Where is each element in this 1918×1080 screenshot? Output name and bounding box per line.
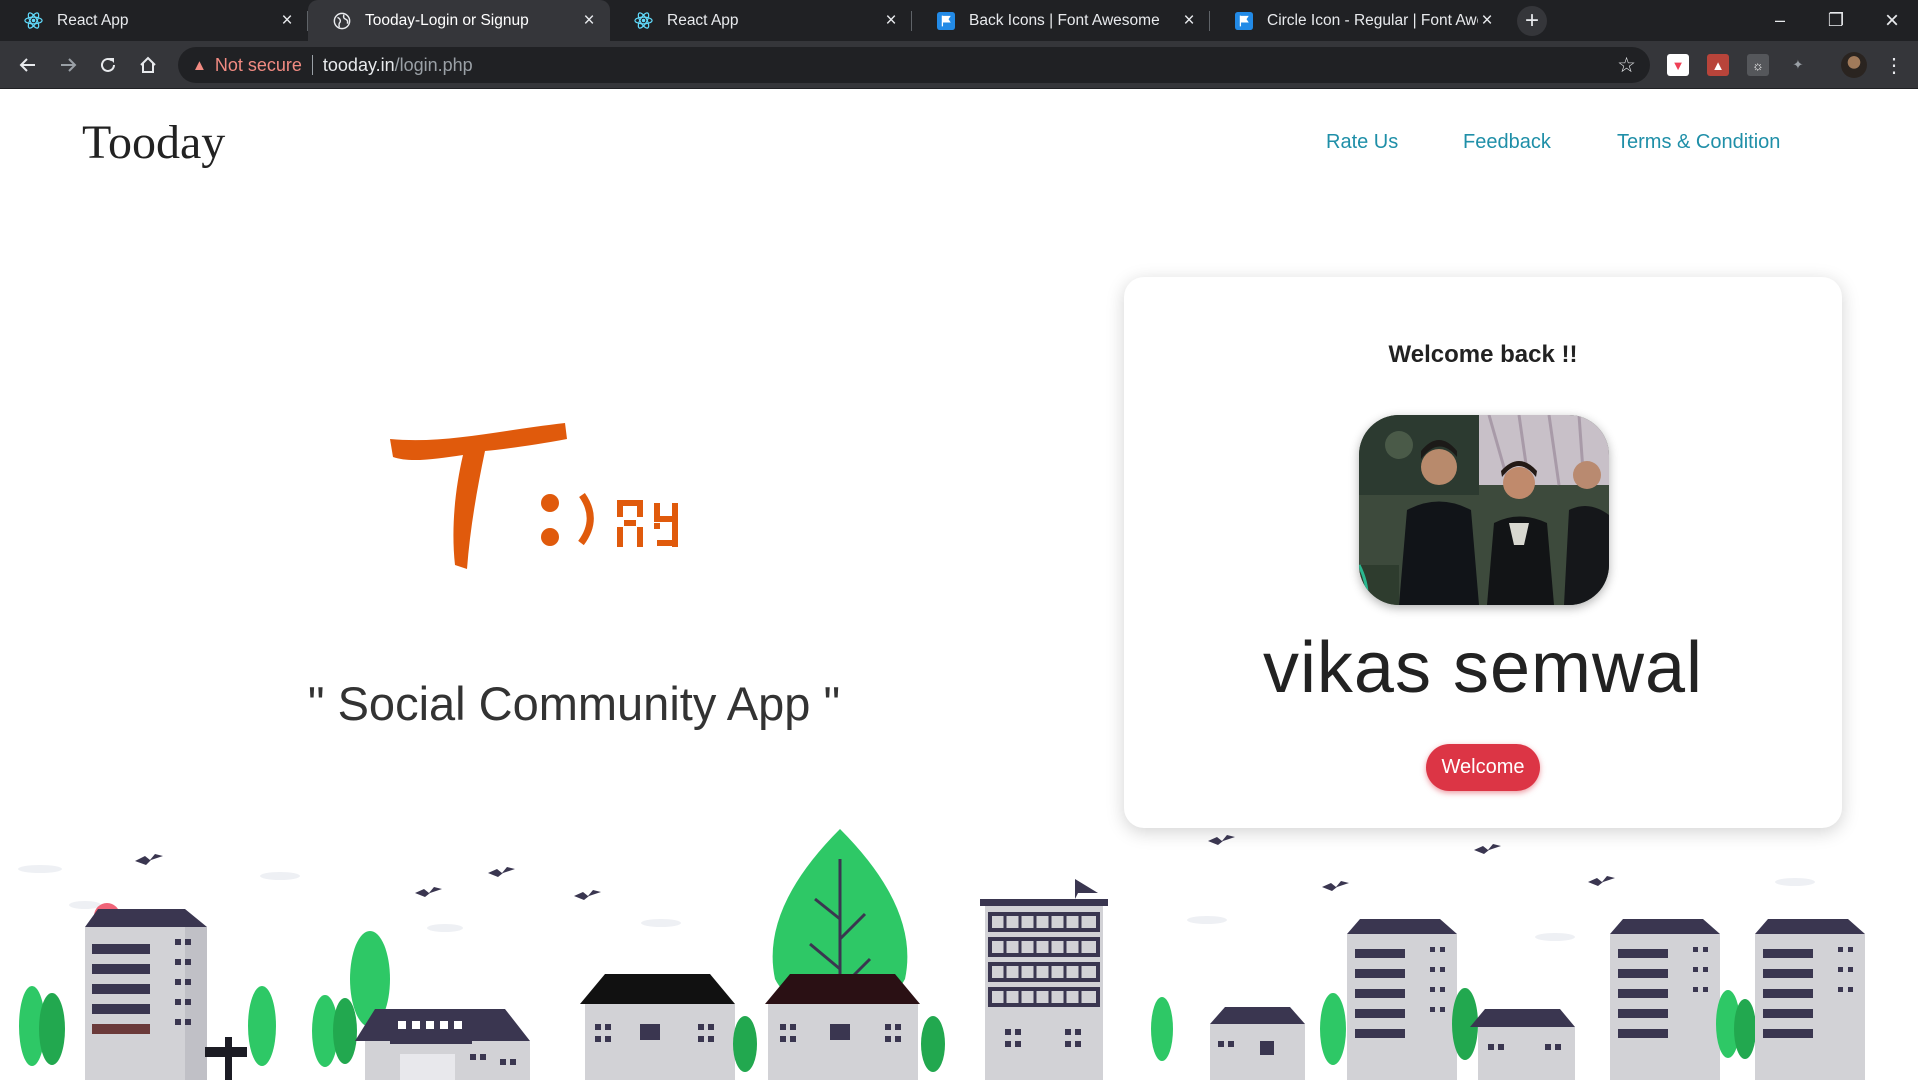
forward-arrow-icon (61, 58, 77, 72)
tab-title: Back Icons | Font Awesome (969, 11, 1160, 29)
close-icon[interactable]: × (580, 10, 598, 31)
pocket-extension-icon[interactable]: ▼ (1667, 54, 1689, 76)
tab-title: React App (667, 11, 739, 29)
tab-circle-icon[interactable]: Circle Icon - Regular | Font Awesome × (1210, 0, 1508, 41)
close-icon[interactable]: × (882, 10, 900, 31)
address-bar[interactable]: ▲ Not secure tooday.in/login.php ☆ (178, 47, 1650, 83)
tab-title: React App (57, 11, 129, 29)
tagline: " Social Community App " (307, 677, 841, 730)
city-illustration (18, 829, 1865, 1080)
nav-terms-condition[interactable]: Terms & Condition (1617, 131, 1780, 154)
divider (311, 55, 313, 75)
browser-toolbar: ▲ Not secure tooday.in/login.php ☆ ▼ ▲ ☼… (0, 41, 1918, 89)
pdf-extension-icon[interactable]: ▲ (1707, 54, 1729, 76)
nav-rate-us[interactable]: Rate Us (1326, 131, 1398, 154)
reload-button[interactable] (92, 49, 124, 81)
extension-icon[interactable]: ✦ (1787, 54, 1809, 76)
back-button[interactable] (12, 49, 44, 81)
home-button[interactable] (132, 49, 164, 81)
brand-logo-text[interactable]: Tooday (82, 115, 225, 170)
close-icon[interactable]: × (278, 10, 296, 31)
tab-title: Circle Icon - Regular | Font Awesome (1267, 11, 1478, 29)
reload-icon (101, 57, 115, 72)
restore-icon[interactable]: ❐ (1808, 0, 1864, 41)
bookmark-star-icon[interactable]: ☆ (1617, 53, 1636, 78)
tab-strip: React App × Tooday-Login or Signup × Rea… (0, 0, 1918, 41)
back-arrow-icon (19, 58, 35, 72)
url-host[interactable]: tooday.in (323, 55, 395, 76)
forward-button[interactable] (52, 49, 84, 81)
tooday-logo (390, 423, 678, 569)
close-icon[interactable]: × (1478, 10, 1496, 31)
login-card: Welcome back !! vikas semwal Welcome (1124, 277, 1842, 828)
menu-kebab-icon[interactable]: ⋮ (1883, 54, 1905, 77)
security-label[interactable]: Not secure (215, 55, 302, 76)
url-path[interactable]: /login.php (395, 55, 473, 76)
minimize-icon[interactable]: – (1752, 0, 1808, 41)
tab-react-app-2[interactable]: React App × (610, 0, 912, 41)
welcome-heading: Welcome back !! (1388, 341, 1578, 368)
warning-icon[interactable]: ▲ (192, 57, 207, 74)
tab-react-app-1[interactable]: React App × (0, 0, 308, 41)
username: vikas semwal (1262, 628, 1704, 708)
react-icon (24, 11, 43, 30)
window-close-icon[interactable]: × (1864, 0, 1918, 41)
react-devtools-icon[interactable]: ☼ (1747, 54, 1769, 76)
home-icon (140, 56, 156, 73)
react-icon (634, 11, 653, 30)
user-avatar (1359, 415, 1609, 605)
nav-feedback[interactable]: Feedback (1463, 131, 1551, 154)
profile-avatar[interactable] (1841, 52, 1867, 78)
tab-tooday-login[interactable]: Tooday-Login or Signup × (308, 0, 610, 41)
close-icon[interactable]: × (1180, 10, 1198, 31)
welcome-button[interactable]: Welcome (1426, 744, 1540, 791)
flag-icon (936, 11, 955, 30)
flag-icon (1234, 11, 1253, 30)
tab-back-icons[interactable]: Back Icons | Font Awesome × (912, 0, 1210, 41)
page-content: Tooday Rate Us Feedback Terms & Conditio… (0, 89, 1918, 1080)
tab-title: Tooday-Login or Signup (365, 11, 529, 29)
new-tab-button[interactable]: + (1517, 6, 1547, 36)
globe-icon (332, 11, 351, 30)
